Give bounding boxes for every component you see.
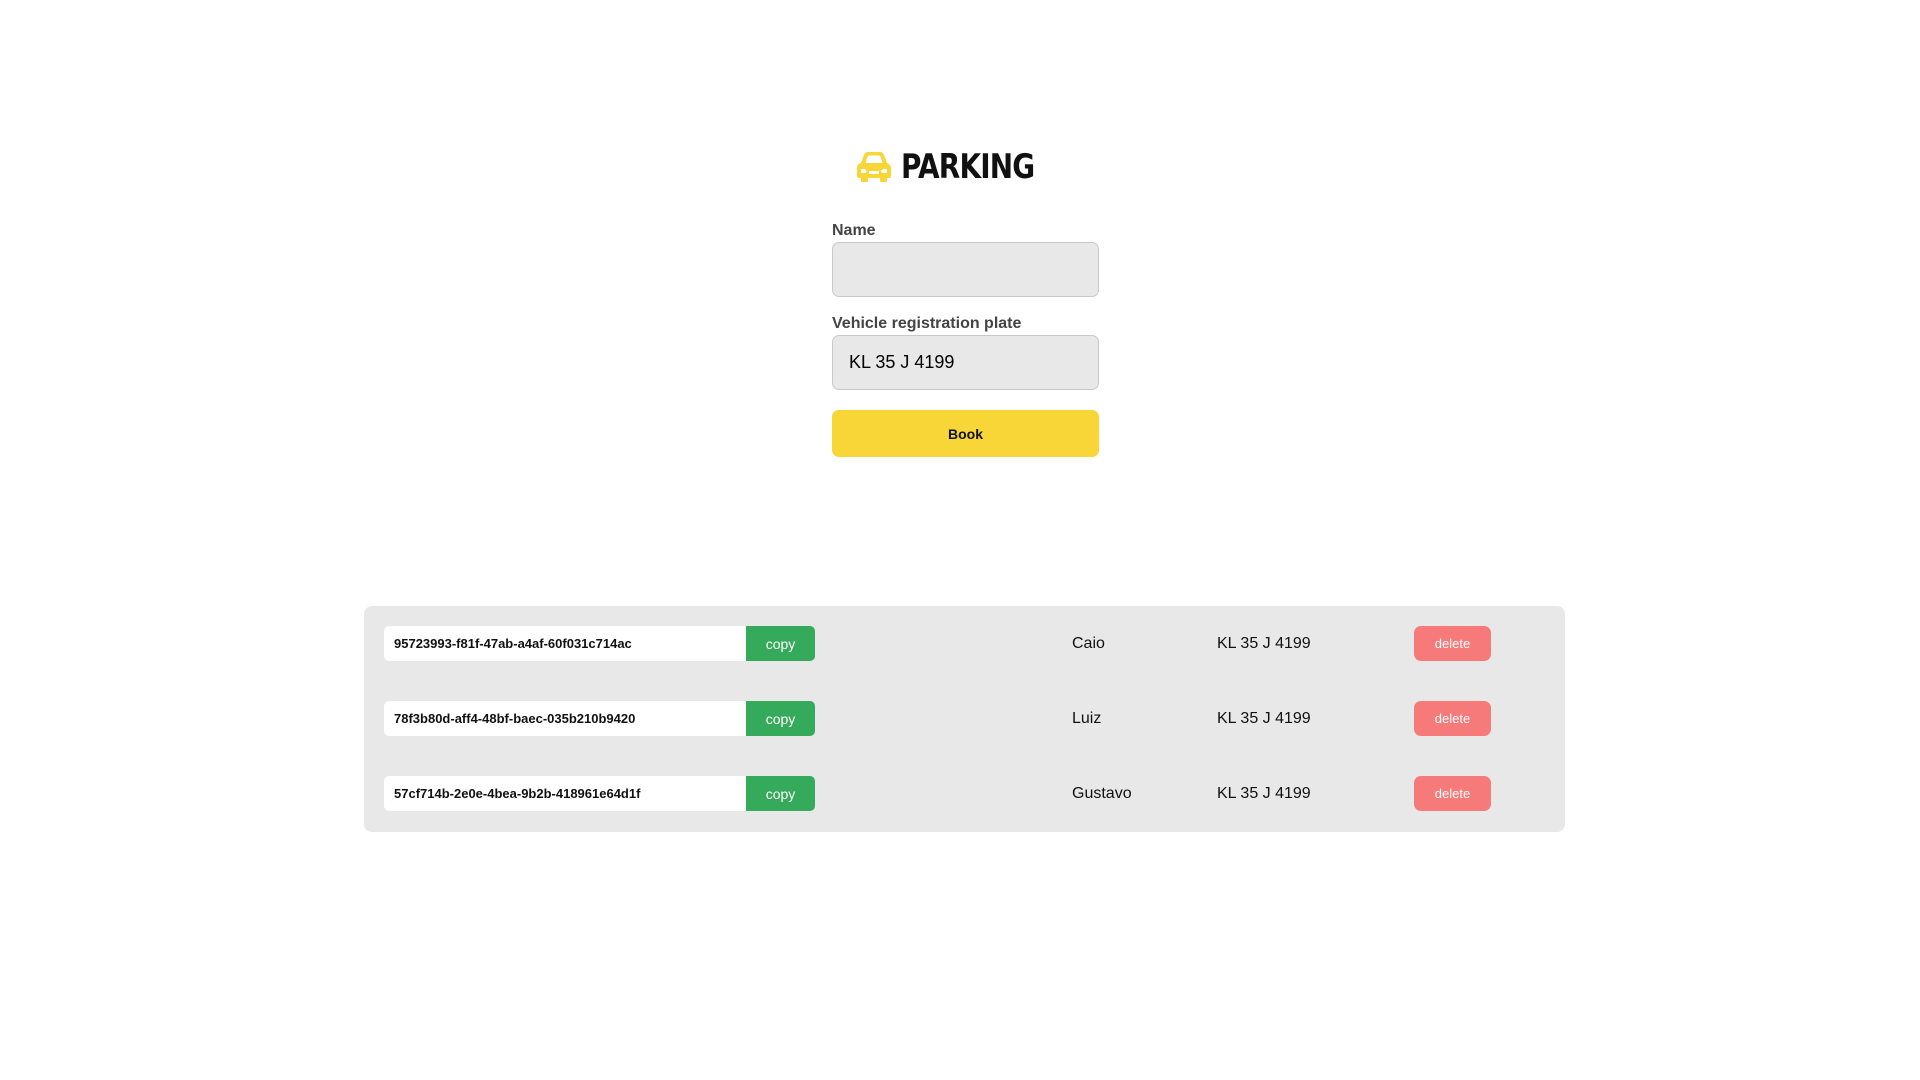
name-label: Name [832,222,876,239]
copy-button[interactable]: copy [746,776,815,811]
booking-plate: KL 35 J 4199 [1217,635,1311,652]
booking-row: 78f3b80d-aff4-48bf-baec-035b210b9420 cop… [384,701,1544,736]
booking-name: Gustavo [1072,785,1132,802]
page-title: PARKING [900,147,1035,187]
car-icon [856,152,891,182]
booking-id: 78f3b80d-aff4-48bf-baec-035b210b9420 [384,701,746,736]
plate-field-group: Vehicle registration plate [832,315,1100,390]
delete-button[interactable]: delete [1414,626,1491,661]
delete-button[interactable]: delete [1414,776,1491,811]
booking-name: Caio [1072,635,1105,652]
booking-row: 95723993-f81f-47ab-a4af-60f031c714ac cop… [384,626,1544,661]
booking-plate: KL 35 J 4199 [1217,785,1311,802]
header: PARKING [0,150,1920,184]
booking-name: Luiz [1072,710,1102,727]
name-field-group: Name [832,222,1100,297]
copy-button[interactable]: copy [746,701,815,736]
booking-plate: KL 35 J 4199 [1217,710,1311,727]
booking-id: 95723993-f81f-47ab-a4af-60f031c714ac [384,626,746,661]
plate-label: Vehicle registration plate [832,315,1022,332]
page: PARKING Name Vehicle registration plate … [0,0,1920,1080]
book-button[interactable]: Book [832,410,1099,457]
booking-id: 57cf714b-2e0e-4bea-9b2b-418961e64d1f [384,776,746,811]
booking-form: Name Vehicle registration plate Book [832,222,1100,457]
bookings-panel: 95723993-f81f-47ab-a4af-60f031c714ac cop… [364,606,1565,832]
delete-button[interactable]: delete [1414,701,1491,736]
plate-input[interactable] [832,335,1099,390]
name-input[interactable] [832,242,1099,297]
booking-row: 57cf714b-2e0e-4bea-9b2b-418961e64d1f cop… [384,776,1544,811]
copy-button[interactable]: copy [746,626,815,661]
